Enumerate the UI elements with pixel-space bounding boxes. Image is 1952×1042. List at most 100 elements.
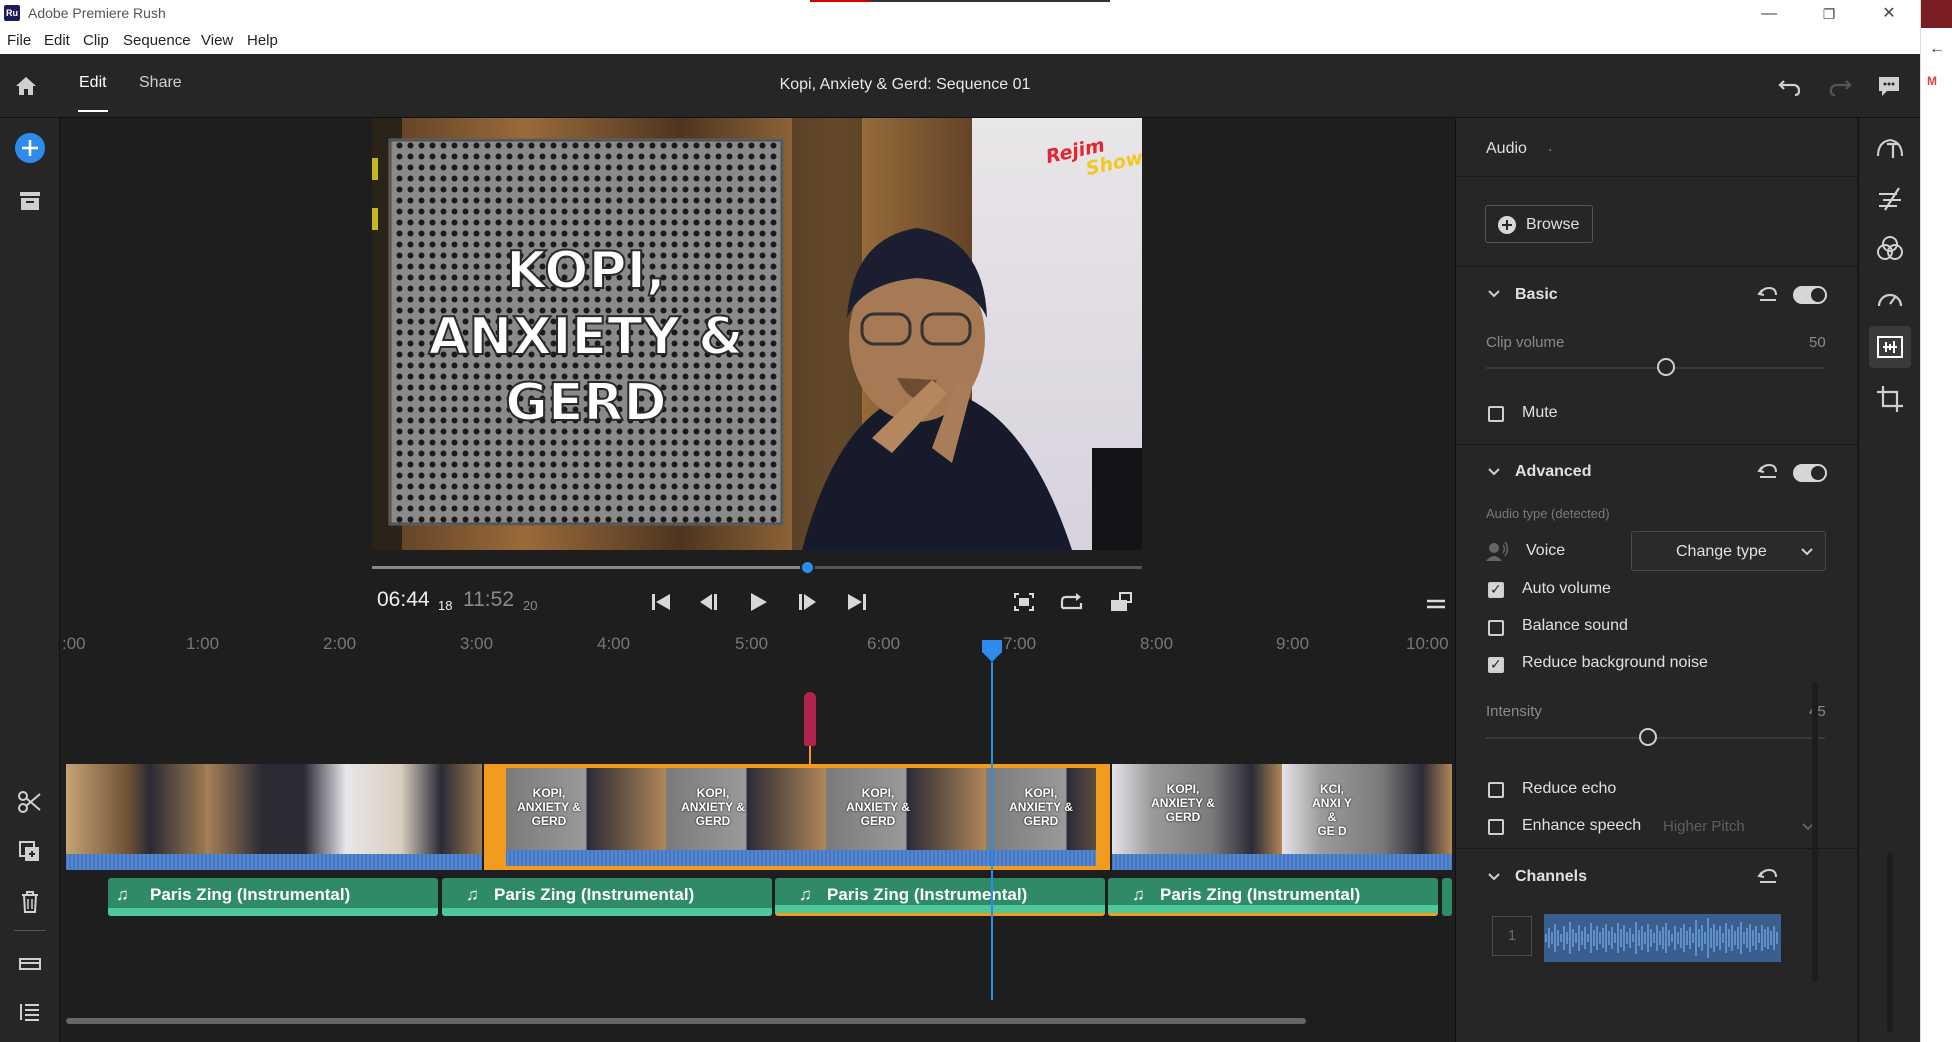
redo-icon[interactable]: [1826, 72, 1854, 100]
audio-clip-edge[interactable]: [1442, 878, 1452, 916]
timeline[interactable]: KOPI, ANXIETY & GERD KOPI, ANXIETY & GERD KO…: [62, 640, 1452, 1042]
track-controls-icon[interactable]: [12, 946, 48, 982]
channel-number[interactable]: 1: [1492, 916, 1532, 956]
intensity-label: Intensity: [1486, 703, 1542, 720]
title-bar-tab-strip: [810, 0, 1110, 2]
loop-icon[interactable]: [1057, 588, 1087, 616]
video-clip[interactable]: KOPI, ANXIETY & GERD KCI, ANXI Y & GE D: [1112, 764, 1452, 870]
timeline-zoom-icon[interactable]: [1421, 590, 1451, 618]
panel-switcher-toolbar: [1858, 118, 1920, 1042]
color-icon[interactable]: [1873, 232, 1907, 266]
playhead-handle[interactable]: [982, 640, 1002, 662]
menu-sequence[interactable]: Sequence: [123, 32, 191, 49]
timeline-scrollbar[interactable]: [66, 1018, 1306, 1024]
basic-section-title[interactable]: Basic: [1515, 286, 1558, 304]
chevron-down-icon[interactable]: [1486, 464, 1506, 484]
clip-volume-value: 50: [1809, 334, 1826, 351]
mute-checkbox[interactable]: [1488, 406, 1504, 422]
clip-volume-slider[interactable]: [1486, 367, 1825, 369]
back-arrow-icon[interactable]: ←: [1929, 40, 1945, 58]
menu-edit[interactable]: Edit: [44, 32, 70, 49]
split-clip-icon[interactable]: [12, 784, 48, 820]
add-media-icon[interactable]: [12, 130, 48, 166]
chevron-down-icon[interactable]: [1486, 869, 1506, 889]
transitions-icon[interactable]: [1873, 182, 1907, 216]
clip-volume-handle[interactable]: [1657, 358, 1675, 376]
video-preview[interactable]: KOPI, ANXIETY & GERD Rejim Show: [372, 118, 1142, 550]
close-icon[interactable]: ✕: [1866, 0, 1912, 28]
divider: [1456, 444, 1858, 445]
rail-scrollbar[interactable]: [1887, 852, 1893, 1032]
video-clip[interactable]: [66, 764, 482, 870]
audio-panel-icon[interactable]: [1869, 326, 1911, 368]
scrubber-handle[interactable]: [800, 560, 816, 575]
add-circle-icon: [1498, 216, 1516, 234]
menu-clip[interactable]: Clip: [83, 32, 109, 49]
audio-clip[interactable]: ♫ Paris Zing (Instrumental): [1108, 878, 1438, 916]
browse-button[interactable]: Browse: [1485, 205, 1593, 243]
menu-file[interactable]: File: [7, 32, 31, 49]
timeline-marker[interactable]: [804, 692, 816, 746]
reduce-noise-checkbox[interactable]: [1488, 656, 1504, 673]
audio-clip[interactable]: ♫ Paris Zing (Instrumental): [775, 878, 1105, 916]
basic-toggle[interactable]: [1793, 286, 1827, 304]
advanced-section-title[interactable]: Advanced: [1515, 463, 1591, 481]
titles-icon[interactable]: [1873, 132, 1907, 166]
go-to-start-icon[interactable]: [646, 588, 676, 616]
music-note-icon: ♫: [116, 885, 129, 904]
divider: [1456, 266, 1858, 267]
reset-icon[interactable]: [1756, 461, 1780, 483]
crop-icon[interactable]: [1873, 382, 1907, 416]
preview-overlay-title-line-2: ANXIETY &: [428, 307, 743, 367]
timeline-list-icon[interactable]: [12, 994, 48, 1030]
ruler-tick: 1:00: [186, 634, 220, 653]
aspect-ratio-icon[interactable]: [1106, 588, 1136, 616]
audio-clip[interactable]: ♫ Paris Zing (Instrumental): [442, 878, 772, 916]
preview-overlay-title-line-3: GERD: [505, 373, 666, 433]
advanced-toggle[interactable]: [1793, 464, 1827, 482]
window-title: Adobe Premiere Rush: [28, 5, 166, 21]
step-forward-icon[interactable]: [792, 588, 822, 616]
preview-scrubber[interactable]: [372, 560, 1142, 575]
minimize-icon[interactable]: —: [1746, 0, 1792, 28]
mute-label: Mute: [1522, 404, 1558, 421]
audio-clip-label: Paris Zing (Instrumental): [1160, 885, 1361, 904]
ruler-tick: :00: [62, 634, 86, 653]
ruler-tick: 10:00: [1406, 634, 1449, 653]
timeline-ruler[interactable]: :00 1:00 2:00 3:00 4:00 5:00 6:00 7:00 8…: [62, 622, 1452, 662]
undo-icon[interactable]: [1776, 72, 1804, 100]
reset-icon[interactable]: [1756, 284, 1780, 306]
menu-help[interactable]: Help: [247, 32, 278, 49]
divider: [1456, 848, 1858, 849]
menu-view[interactable]: View: [201, 32, 233, 49]
reduce-echo-checkbox[interactable]: [1488, 782, 1504, 798]
audio-clip[interactable]: ♫ Paris Zing (Instrumental): [108, 878, 438, 916]
speed-icon[interactable]: [1873, 282, 1907, 316]
current-timecode: 06:44: [377, 588, 430, 611]
step-back-icon[interactable]: [694, 588, 724, 616]
enhance-speech-checkbox[interactable]: [1488, 819, 1504, 835]
app-header: Edit Share Kopi, Anxiety & Gerd: Sequenc…: [0, 54, 1920, 118]
fit-frame-icon[interactable]: [1009, 588, 1039, 616]
delete-clip-icon[interactable]: [12, 884, 48, 920]
gmail-icon[interactable]: M: [1927, 74, 1937, 88]
maximize-icon[interactable]: ❐: [1806, 0, 1852, 28]
reset-icon[interactable]: [1756, 866, 1780, 888]
intensity-handle[interactable]: [1639, 728, 1657, 746]
auto-volume-checkbox[interactable]: [1488, 581, 1504, 598]
enhance-speech-dropdown[interactable]: Higher Pitch: [1651, 812, 1826, 842]
duplicate-clip-icon[interactable]: [12, 834, 48, 870]
go-to-end-icon[interactable]: [842, 588, 872, 616]
channels-section-title[interactable]: Channels: [1515, 868, 1587, 886]
chevron-down-icon[interactable]: [1486, 286, 1506, 306]
panel-title-suffix: .: [1548, 138, 1553, 155]
play-icon[interactable]: [743, 588, 773, 616]
channel-waveform[interactable]: [1544, 914, 1781, 962]
change-type-dropdown[interactable]: Change type: [1631, 531, 1826, 571]
selected-video-clip[interactable]: KOPI, ANXIETY & GERD KOPI, ANXIETY & GERD KO…: [484, 764, 1110, 870]
audio-clip-label: Paris Zing (Instrumental): [150, 885, 351, 904]
panel-scrollbar[interactable]: [1812, 682, 1818, 982]
balance-sound-checkbox[interactable]: [1488, 620, 1504, 636]
project-assets-icon[interactable]: [12, 182, 48, 218]
comments-icon[interactable]: [1875, 72, 1903, 100]
